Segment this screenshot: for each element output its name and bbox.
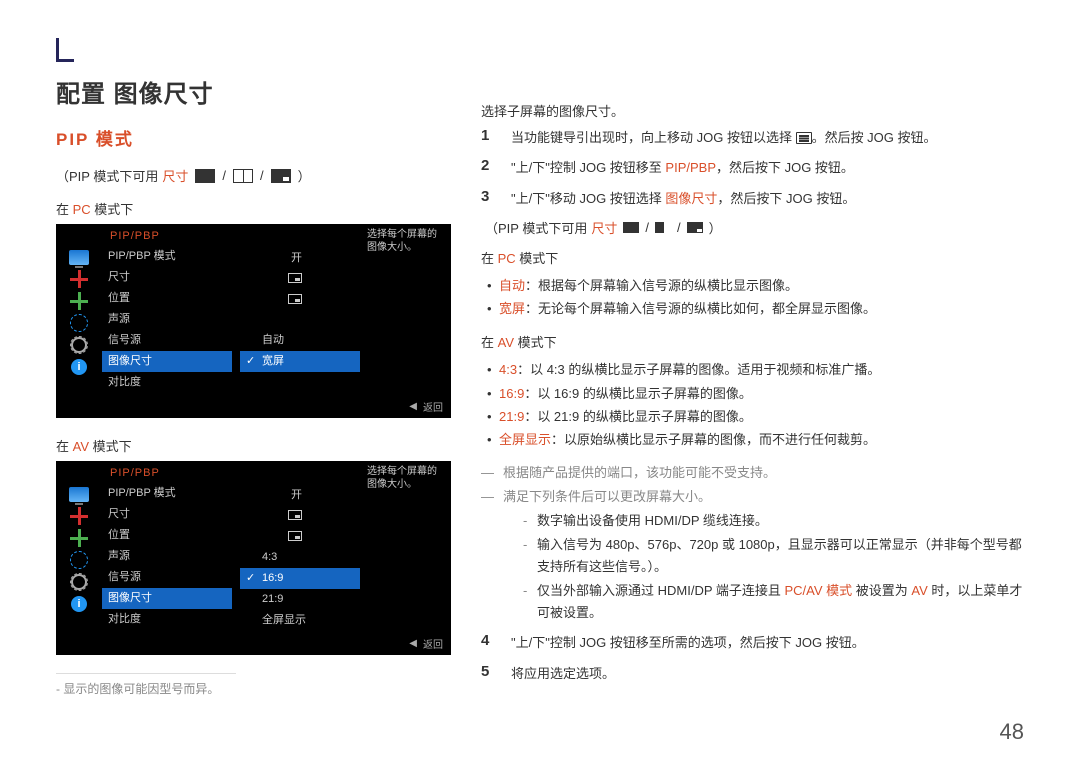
gear-icon — [71, 337, 87, 353]
footnote: - 显示的图像可能因型号而异。 — [56, 673, 236, 697]
pip-layout-icon — [288, 273, 302, 283]
gear-icon — [71, 574, 87, 590]
osd-nav-icons: i — [56, 246, 102, 393]
bullet-item: 16:9：以 16:9 的纵横比显示子屏幕的图像。 — [487, 382, 1024, 405]
sizes-prefix: （PIP 模式下可用 — [56, 166, 158, 185]
pip-sizes-line-right: （PIP 模式下可用 尺寸 / / ） — [485, 218, 1024, 237]
osd-item: 图像尺寸 — [102, 351, 232, 372]
osd-sub-item: 4:3 — [240, 547, 360, 568]
osd-value — [232, 267, 302, 288]
osd-item: PIP/PBP 模式 — [102, 246, 232, 267]
page-number: 48 — [1000, 719, 1024, 745]
osd-item: 对比度 — [102, 609, 232, 630]
slash: / — [260, 168, 264, 183]
osd-item: 位置 — [102, 525, 232, 546]
cross-red-icon — [70, 507, 88, 525]
osd-sub-item: 宽屏 — [240, 351, 360, 372]
osd-item: PIP/PBP 模式 — [102, 483, 232, 504]
step-3: 3 "上/下"移动 JOG 按钮选择 图像尺寸，然后按下 JOG 按钮。 — [481, 188, 1024, 210]
osd-value — [232, 288, 302, 309]
monitor-icon — [69, 250, 89, 265]
osd-item: 声源 — [102, 546, 232, 567]
bullet-item: 自动：根据每个屏幕输入信号源的纵横比显示图像。 — [487, 274, 1024, 297]
osd-footer: ◀ 返回 — [409, 636, 443, 651]
osd-sub-item: 全屏显示 — [240, 610, 360, 631]
sizes-suffix: ） — [298, 166, 311, 185]
step-1: 1 当功能键导引出现时，向上移动 JOG 按钮以选择 。然后按 JOG 按钮。 — [481, 127, 1024, 149]
intro-text: 选择子屏幕的图像尺寸。 — [481, 100, 1024, 123]
arrows-icon — [70, 314, 88, 332]
osd-item: 声源 — [102, 309, 232, 330]
sub-conditions: 数字输出设备使用 HDMI/DP 缆线连接。 输入信号为 480p、576p、7… — [503, 510, 1024, 624]
slash: / — [222, 168, 226, 183]
pc-mode-label-right: 在 PC 模式下 — [481, 247, 1024, 270]
cross-green-icon — [70, 529, 88, 547]
size-icon-small — [687, 222, 703, 233]
note-1: 根据随产品提供的端口，该功能可能不受支持。 — [481, 462, 1024, 484]
pip-layout-icon — [288, 510, 302, 520]
osd-value: 开 — [232, 483, 302, 504]
sub-1: 数字输出设备使用 HDMI/DP 缆线连接。 — [523, 510, 1024, 532]
page-title: 配置 图像尺寸 — [56, 74, 451, 109]
osd-value: 开 — [232, 246, 302, 267]
av-mode-label: 在 AV 模式下 — [56, 436, 451, 455]
notes: 根据随产品提供的端口，该功能可能不受支持。 满足下列条件后可以更改屏幕大小。 数… — [481, 462, 1024, 625]
osd-sub-item: 自动 — [240, 330, 360, 351]
bullet-item: 宽屏：无论每个屏幕输入信号源的纵横比如何，都全屏显示图像。 — [487, 297, 1024, 320]
osd-submenu-av: 4:316:921:9全屏显示 — [240, 547, 360, 631]
sizes-label: 尺寸 — [162, 166, 188, 185]
pc-mode-label: 在 PC 模式下 — [56, 199, 451, 218]
size-icon-large — [623, 222, 639, 233]
pip-position-icon — [288, 531, 302, 541]
size-icon-small — [271, 169, 291, 183]
info-icon: i — [71, 359, 87, 375]
osd-value — [232, 504, 302, 525]
osd-nav-icons: i — [56, 483, 102, 630]
note-2: 满足下列条件后可以更改屏幕大小。 数字输出设备使用 HDMI/DP 缆线连接。 … — [481, 486, 1024, 625]
size-icon-half — [233, 169, 253, 183]
osd-menu-av: PIP/PBP 选择每个屏幕的图像大小。 i PIP/PBP 模式尺寸位置声源信… — [56, 461, 451, 655]
step-4: 4 "上/下"控制 JOG 按钮移至所需的选项，然后按下 JOG 按钮。 — [481, 632, 1024, 654]
arrows-icon — [70, 551, 88, 569]
osd-item: 尺寸 — [102, 504, 232, 525]
osd-value — [232, 309, 302, 330]
osd-value — [232, 372, 302, 393]
pip-sizes-line: （PIP 模式下可用 尺寸 / / ） — [56, 166, 451, 185]
osd-item: 尺寸 — [102, 267, 232, 288]
cross-red-icon — [70, 270, 88, 288]
osd-item: 图像尺寸 — [102, 588, 232, 609]
sub-2: 输入信号为 480p、576p、720p 或 1080p，且显示器可以正常显示（… — [523, 534, 1024, 578]
osd-item: 信号源 — [102, 330, 232, 351]
bullet-item: 21:9：以 21:9 的纵横比显示子屏幕的图像。 — [487, 405, 1024, 428]
bullet-item: 全屏显示：以原始纵横比显示子屏幕的图像，而不进行任何裁剪。 — [487, 428, 1024, 451]
size-icon-half — [655, 222, 671, 233]
info-icon: i — [71, 596, 87, 612]
osd-item: 信号源 — [102, 567, 232, 588]
osd-sub-item: 16:9 — [240, 568, 360, 589]
step-5: 5 将应用选定选项。 — [481, 663, 1024, 685]
osd-item: 对比度 — [102, 372, 232, 393]
pc-bullet-list: 自动：根据每个屏幕输入信号源的纵横比显示图像。宽屏：无论每个屏幕输入信号源的纵横… — [481, 274, 1024, 321]
page-subtitle: PIP 模式 — [56, 125, 451, 150]
monitor-icon — [69, 487, 89, 502]
osd-item: 位置 — [102, 288, 232, 309]
osd-value — [232, 525, 302, 546]
sub-3: 仅当外部输入源通过 HDMI/DP 端子连接且 PC/AV 模式 被设置为 AV… — [523, 580, 1024, 624]
cross-green-icon — [70, 292, 88, 310]
menu-icon — [796, 132, 812, 144]
osd-menu-pc: PIP/PBP 选择每个屏幕的图像大小。 i PIP/PBP 模式尺寸位置声源信… — [56, 224, 451, 418]
osd-submenu-pc: 自动宽屏 — [240, 330, 360, 372]
section-tab-icon — [56, 38, 74, 62]
av-mode-label-right: 在 AV 模式下 — [481, 331, 1024, 354]
step-2: 2 "上/下"控制 JOG 按钮移至 PIP/PBP，然后按下 JOG 按钮。 — [481, 157, 1024, 179]
bullet-item: 4:3：以 4:3 的纵横比显示子屏幕的图像。适用于视频和标准广播。 — [487, 358, 1024, 381]
osd-sub-item: 21:9 — [240, 589, 360, 610]
osd-footer: ◀ 返回 — [409, 399, 443, 414]
av-bullet-list: 4:3：以 4:3 的纵横比显示子屏幕的图像。适用于视频和标准广播。16:9：以… — [481, 358, 1024, 452]
size-icon-large — [195, 169, 215, 183]
pip-position-icon — [288, 294, 302, 304]
